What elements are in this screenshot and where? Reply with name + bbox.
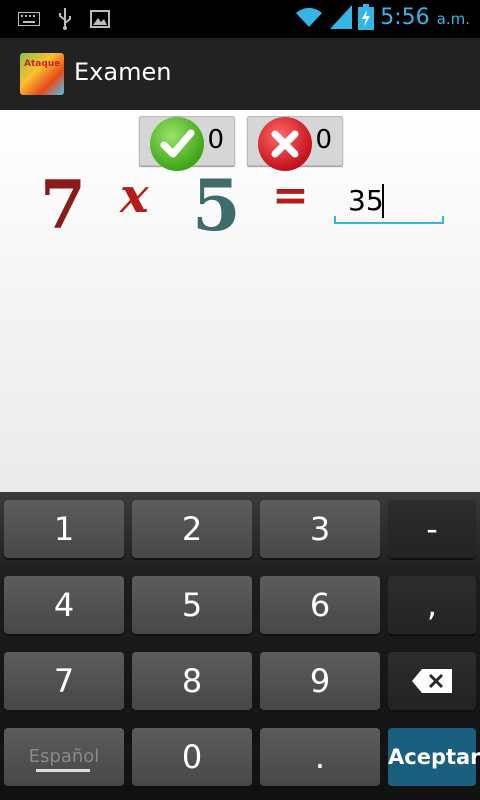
operand-b: 5: [192, 164, 241, 247]
answer-value: 35: [348, 184, 384, 217]
key-comma[interactable]: ,: [388, 576, 476, 634]
check-icon: [150, 117, 204, 171]
language-label: Español: [28, 746, 100, 767]
app-icon-label: Ataque: [24, 59, 61, 69]
key-0[interactable]: 0: [132, 728, 252, 786]
key-1[interactable]: 1: [4, 500, 124, 558]
key-3[interactable]: 3: [260, 500, 380, 558]
key-2[interactable]: 2: [132, 500, 252, 558]
backspace-key[interactable]: [388, 652, 476, 710]
input-underline: [334, 222, 444, 224]
wrong-score-button[interactable]: 0: [247, 116, 343, 171]
key-period[interactable]: .: [260, 728, 380, 786]
text-caret: [382, 184, 384, 218]
operator-times: x: [120, 168, 149, 224]
page-title: Examen: [74, 58, 172, 86]
correct-score-button[interactable]: 0: [139, 116, 235, 171]
key-6[interactable]: 6: [260, 576, 380, 634]
exam-content: 0 0 7 x 5 = 35: [0, 110, 480, 492]
keyboard-icon: [18, 12, 40, 26]
app-icon[interactable]: Ataque: [20, 53, 64, 95]
accept-key[interactable]: Aceptar: [388, 728, 480, 786]
action-bar: Ataque Examen: [0, 38, 480, 112]
image-icon: [90, 10, 110, 28]
operand-a: 7: [40, 166, 86, 244]
signal-icon: [330, 5, 353, 29]
correct-count: 0: [207, 125, 224, 155]
clock-ampm: a.m.: [436, 9, 470, 28]
system-icons: 5:56 a.m.: [294, 4, 470, 30]
key-5[interactable]: 5: [132, 576, 252, 634]
answer-input[interactable]: 35: [334, 174, 444, 224]
backspace-icon: [412, 669, 452, 693]
clock-time: 5:56: [380, 4, 430, 30]
wifi-icon: [296, 7, 323, 27]
status-clock: 5:56 a.m.: [380, 5, 470, 30]
wrong-count: 0: [315, 125, 332, 155]
notification-icons: [18, 8, 110, 30]
cross-icon: [258, 117, 312, 171]
usb-icon: [59, 8, 71, 30]
equals-sign: =: [272, 170, 309, 221]
input-tick-left: [334, 216, 336, 224]
input-tick-right: [442, 216, 444, 224]
key-8[interactable]: 8: [132, 652, 252, 710]
battery-charging-icon: [358, 4, 375, 30]
key-7[interactable]: 7: [4, 652, 124, 710]
language-key[interactable]: Español: [4, 728, 124, 786]
status-bar: 5:56 a.m.: [0, 0, 480, 38]
key-4[interactable]: 4: [4, 576, 124, 634]
key-9[interactable]: 9: [260, 652, 380, 710]
spacebar-indicator: [36, 769, 90, 772]
key-minus[interactable]: -: [388, 500, 476, 558]
numeric-keyboard: 1 2 3 - 4 5 6 , 7 8 9 Español 0 . Acepta…: [0, 492, 480, 800]
